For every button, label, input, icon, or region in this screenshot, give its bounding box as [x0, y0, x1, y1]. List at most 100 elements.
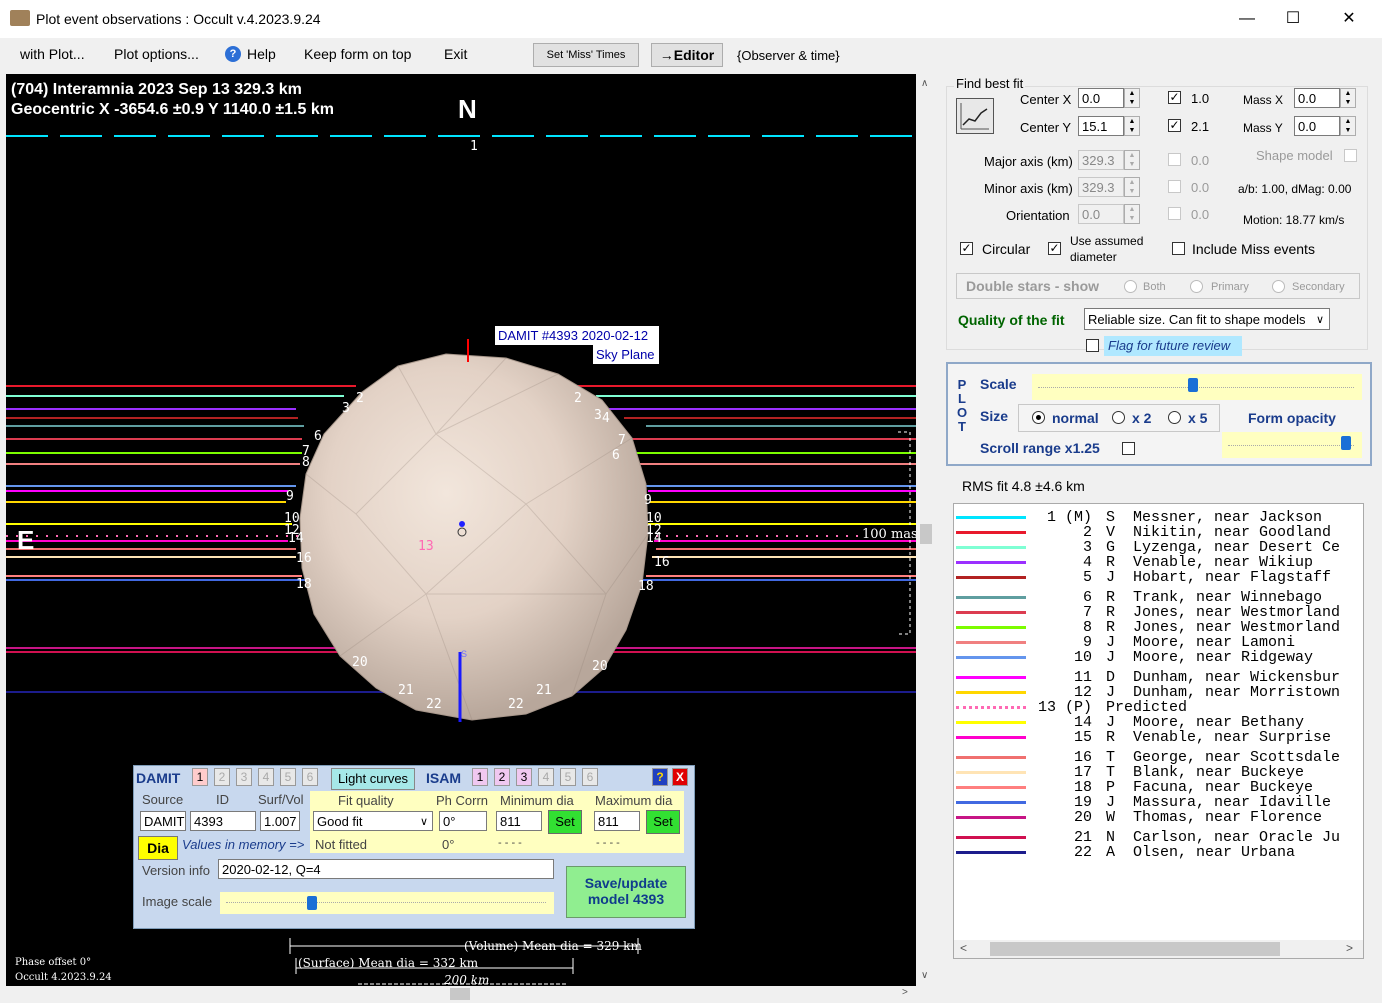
form-opacity-thumb[interactable] [1340, 436, 1351, 450]
id-field[interactable]: 4393 [190, 811, 256, 831]
image-scale-thumb[interactable] [306, 896, 317, 910]
legend-row[interactable]: 9 J Moore, near Lamoni [954, 635, 1363, 650]
weight-y-checkbox[interactable]: ✓ [1168, 119, 1181, 132]
scale-slider[interactable] [1032, 374, 1362, 400]
plot-vertical-scrollbar[interactable]: ∧ ∨ [917, 74, 935, 986]
surf-vol-field[interactable]: 1.007 [260, 811, 300, 831]
legend-row[interactable]: 2 V Nikitin, near Goodland [954, 525, 1363, 540]
legend-row[interactable]: 18 P Facuna, near Buckeye [954, 780, 1363, 795]
legend-row[interactable]: 19 J Massura, near Idaville [954, 795, 1363, 810]
min-dia-field[interactable]: 811 [496, 811, 542, 831]
size-x5-radio[interactable] [1168, 411, 1181, 424]
size-normal-radio[interactable] [1032, 411, 1045, 424]
legend-row[interactable]: 6 R Trank, near Winnebago [954, 590, 1363, 605]
mass-y-field[interactable]: 0.0 [1294, 116, 1340, 136]
set-min-button[interactable]: Set [548, 810, 582, 834]
maximize-button[interactable]: ☐ [1270, 0, 1316, 38]
center-y-spinner[interactable]: ▲ ▼ [1124, 116, 1140, 136]
set-miss-times-button[interactable]: Set 'Miss' Times [533, 43, 639, 67]
menu-help[interactable]: Help [247, 46, 276, 62]
shape-model-checkbox[interactable] [1344, 149, 1357, 162]
legend-row[interactable]: 22 A Olsen, near Urbana [954, 845, 1363, 860]
version-info-field[interactable]: 2020-02-12, Q=4 [218, 859, 554, 879]
legend-row[interactable]: 16 T George, near Scottsdale [954, 750, 1363, 765]
legend-row[interactable]: 1 (M) S Messner, near Jackson [954, 510, 1363, 525]
use-assumed-checkbox[interactable]: ✓ [1048, 242, 1061, 255]
observer-time-label[interactable]: {Observer & time} [737, 48, 840, 63]
menu-exit[interactable]: Exit [444, 46, 467, 62]
damit-tab-6[interactable]: 6 [302, 768, 318, 786]
legend-row[interactable]: 5 J Hobart, near Flagstaff [954, 570, 1363, 585]
isam-tab-2[interactable]: 2 [494, 768, 510, 786]
both-radio[interactable] [1124, 280, 1137, 293]
help-icon[interactable]: ? [225, 46, 241, 62]
minimize-button[interactable]: — [1224, 0, 1270, 38]
legend-row[interactable]: 7 R Jones, near Westmorland [954, 605, 1363, 620]
isam-tab-4[interactable]: 4 [538, 768, 554, 786]
observer-legend-list[interactable]: 1 (M) S Messner, near Jackson 2 V Nikitin, … [953, 503, 1364, 942]
primary-radio[interactable] [1190, 280, 1203, 293]
best-fit-button[interactable] [956, 98, 994, 134]
legend-hscrollbar[interactable]: < > [953, 940, 1364, 959]
legend-row[interactable]: 11 D Dunham, near Wickensbur [954, 670, 1363, 685]
minor-axis-spinner[interactable]: ▲ ▼ [1124, 177, 1140, 197]
legend-row[interactable]: 12 J Dunham, near Morristown [954, 685, 1363, 700]
center-x-field[interactable]: 0.0 [1078, 88, 1124, 108]
image-scale-slider[interactable] [220, 892, 554, 914]
mass-y-spinner[interactable]: ▲ ▼ [1340, 116, 1356, 136]
weight-orient-checkbox[interactable] [1168, 207, 1181, 220]
center-y-field[interactable]: 15.1 [1078, 116, 1124, 136]
quality-select[interactable]: Reliable size. Can fit to shape models ∨ [1084, 308, 1330, 330]
orientation-field[interactable]: 0.0 [1078, 204, 1124, 224]
save-update-model-button[interactable]: Save/update model 4393 [566, 866, 686, 918]
source-field[interactable]: DAMIT [140, 811, 186, 831]
legend-row[interactable]: 21 N Carlson, near Oracle Ju [954, 830, 1363, 845]
menu-keep-on-top[interactable]: Keep form on top [304, 46, 411, 62]
isam-tab-3[interactable]: 3 [516, 768, 532, 786]
max-dia-field[interactable]: 811 [594, 811, 640, 831]
plot-hscroll-thumb[interactable] [450, 988, 470, 1000]
flag-review-checkbox[interactable] [1086, 339, 1099, 352]
damit-tab-2[interactable]: 2 [214, 768, 230, 786]
legend-row[interactable]: 20 W Thomas, near Florence [954, 810, 1363, 825]
legend-row[interactable]: 4 R Venable, near Wikiup [954, 555, 1363, 570]
scale-thumb[interactable] [1187, 378, 1198, 392]
legend-row[interactable]: 10 J Moore, near Ridgeway [954, 650, 1363, 665]
plot-horizontal-scrollbar[interactable]: > [6, 986, 916, 1002]
legend-row[interactable]: 13 (P) Predicted [954, 700, 1363, 715]
set-max-button[interactable]: Set [646, 810, 680, 834]
major-axis-spinner[interactable]: ▲ ▼ [1124, 150, 1140, 170]
isam-tab-1[interactable]: 1 [472, 768, 488, 786]
size-x2-radio[interactable] [1112, 411, 1125, 424]
damit-tab-4[interactable]: 4 [258, 768, 274, 786]
damit-tab-3[interactable]: 3 [236, 768, 252, 786]
legend-row[interactable]: 8 R Jones, near Westmorland [954, 620, 1363, 635]
legend-row[interactable]: 15 R Venable, near Surprise [954, 730, 1363, 745]
major-axis-field[interactable]: 329.3 [1078, 150, 1124, 170]
mass-x-spinner[interactable]: ▲ ▼ [1340, 88, 1356, 108]
editor-button[interactable]: →Editor [651, 43, 723, 67]
dia-button[interactable]: Dia [138, 836, 178, 860]
isam-tab-5[interactable]: 5 [560, 768, 576, 786]
legend-row[interactable]: 3 G Lyzenga, near Desert Ce [954, 540, 1363, 555]
weight-x-checkbox[interactable]: ✓ [1168, 91, 1181, 104]
circular-checkbox[interactable]: ✓ [960, 242, 973, 255]
legend-row[interactable]: 17 T Blank, near Buckeye [954, 765, 1363, 780]
isam-tab-6[interactable]: 6 [582, 768, 598, 786]
light-curves-button[interactable]: Light curves [331, 768, 415, 790]
damit-tab-1[interactable]: 1 [192, 768, 208, 786]
damit-help-button[interactable]: ? [652, 768, 668, 786]
form-opacity-slider[interactable] [1222, 432, 1362, 458]
damit-tab-5[interactable]: 5 [280, 768, 296, 786]
legend-hscroll-thumb[interactable] [990, 942, 1280, 956]
ph-corr-field[interactable]: 0° [439, 811, 487, 831]
menu-with-plot[interactable]: with Plot... [20, 46, 85, 62]
include-miss-checkbox[interactable] [1172, 242, 1185, 255]
orientation-spinner[interactable]: ▲ ▼ [1124, 204, 1140, 224]
minor-axis-field[interactable]: 329.3 [1078, 177, 1124, 197]
weight-minor-checkbox[interactable] [1168, 180, 1181, 193]
scroll-range-checkbox[interactable] [1122, 442, 1135, 455]
menu-plot-options[interactable]: Plot options... [114, 46, 199, 62]
damit-close-button[interactable]: X [672, 768, 688, 786]
center-x-spinner[interactable]: ▲ ▼ [1124, 88, 1140, 108]
